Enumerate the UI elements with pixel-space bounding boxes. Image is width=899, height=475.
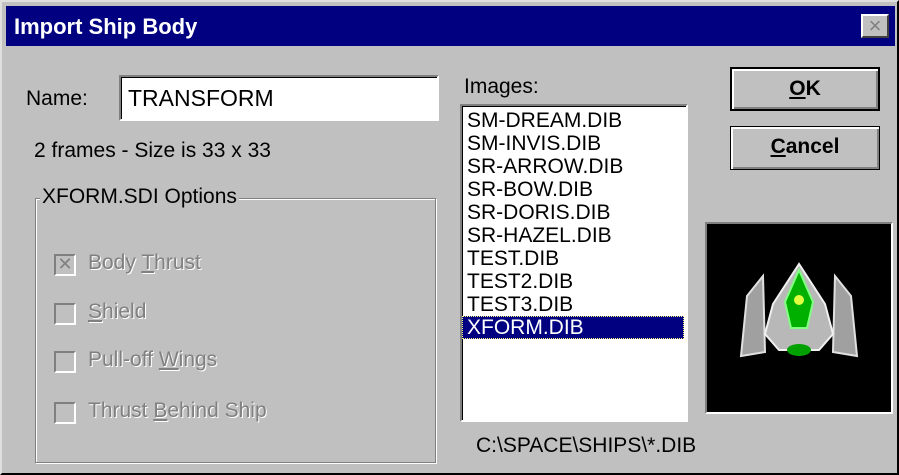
list-item[interactable]: SR-HAZEL.DIB — [462, 224, 684, 247]
import-ship-body-dialog: Import Ship Body × Name: TRANSFORM 2 fra… — [0, 0, 899, 475]
name-input[interactable]: TRANSFORM — [119, 75, 439, 121]
list-item[interactable]: TEST2.DIB — [462, 270, 684, 293]
checkbox-box — [54, 303, 76, 325]
ship-preview — [705, 222, 893, 414]
list-item[interactable]: SR-DORIS.DIB — [462, 201, 684, 224]
images-listbox[interactable]: SM-DREAM.DIB SM-INVIS.DIB SR-ARROW.DIB S… — [460, 104, 688, 422]
shield-label: Shield — [88, 300, 147, 323]
checkbox-box — [54, 351, 76, 373]
check-mark-icon: ✕ — [57, 254, 73, 274]
options-group — [35, 198, 436, 463]
ship-sprite-icon — [739, 262, 859, 358]
list-item[interactable]: SM-DREAM.DIB — [462, 109, 684, 132]
list-item[interactable]: SR-BOW.DIB — [462, 178, 684, 201]
thrust-behind-ship-label: Thrust Behind Ship — [88, 399, 267, 422]
frames-info: 2 frames - Size is 33 x 33 — [34, 139, 271, 162]
options-group-legend: XFORM.SDI Options — [40, 185, 239, 209]
images-label: Images: — [464, 75, 539, 98]
cancel-button[interactable]: Cancel — [730, 126, 880, 170]
list-item[interactable]: TEST.DIB — [462, 247, 684, 270]
title-bar[interactable]: Import Ship Body × — [6, 6, 895, 46]
window-title: Import Ship Body — [14, 14, 198, 39]
list-item-selected[interactable]: XFORM.DIB — [462, 316, 684, 339]
directory-path: C:\SPACE\SHIPS\*.DIB — [476, 434, 697, 457]
ok-button[interactable]: OK — [730, 67, 880, 111]
body-thrust-label: Body Thrust — [88, 251, 201, 274]
list-item[interactable]: SR-ARROW.DIB — [462, 155, 684, 178]
list-item[interactable]: SM-INVIS.DIB — [462, 132, 684, 155]
pull-off-wings-label: Pull-off Wings — [88, 348, 218, 371]
name-label: Name: — [26, 87, 88, 110]
close-button[interactable]: × — [861, 14, 889, 38]
list-item[interactable]: TEST3.DIB — [462, 293, 684, 316]
close-icon: × — [868, 13, 882, 38]
checkbox-box — [54, 402, 76, 424]
checkbox-box: ✕ — [54, 254, 76, 276]
